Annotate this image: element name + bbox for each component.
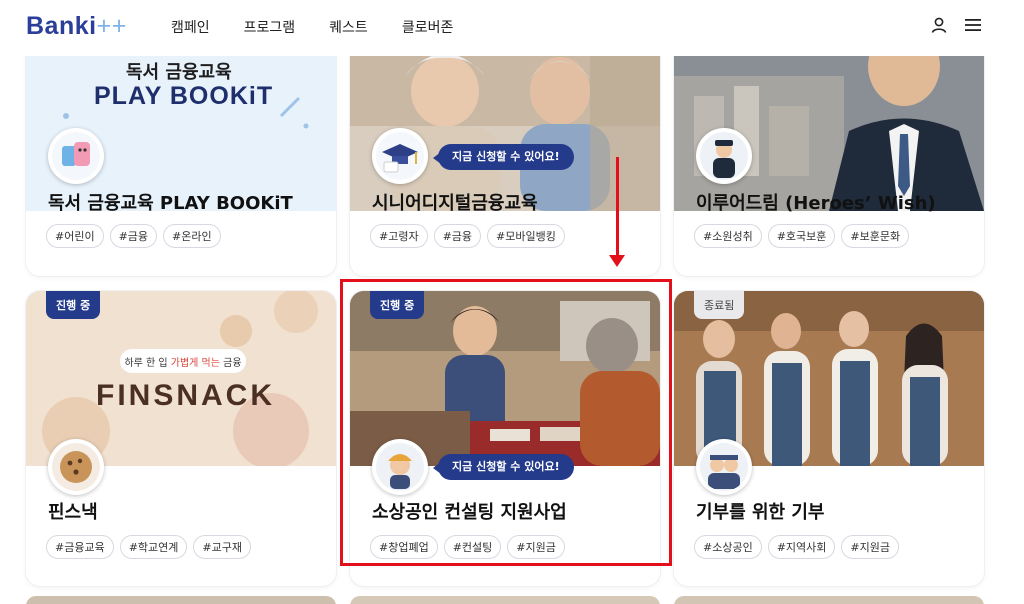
apply-now-badge: 지금 신청할 수 있어요!: [433, 144, 574, 170]
card-tags: #소원성취 #호국보훈 #보훈문화: [694, 224, 910, 248]
card-title: 이루어드림 (Heroes’ Wish): [696, 193, 936, 214]
next-row-card-peek: [26, 596, 336, 604]
tag[interactable]: #소상공인: [694, 535, 762, 559]
card-hero-image: [350, 36, 660, 211]
annotation-arrow-line: [616, 157, 619, 257]
tag[interactable]: #호국보훈: [767, 224, 836, 248]
chefs-character-icon: [708, 455, 740, 489]
tag[interactable]: #지원금: [841, 535, 899, 559]
main-nav: 캠페인 프로그램 퀘스트 클로버존: [171, 17, 487, 37]
graduation-cap-icon: [382, 144, 418, 173]
user-icon[interactable]: [930, 16, 948, 34]
annotation-highlight-box: [340, 279, 672, 566]
card-title: 독서 금융교육 PLAY BOOKiT: [48, 193, 293, 214]
book-character-icon: [62, 142, 90, 166]
tag[interactable]: #고령자: [370, 224, 428, 248]
card-tags: #금융교육 #학교연계 #교구재: [46, 535, 251, 559]
cookie-character-icon: [60, 451, 92, 483]
card-title: 시니어디지털금융교육: [372, 193, 538, 214]
finsnack-tagline: 하루 한 입 가볍게 먹는 금융: [122, 354, 244, 369]
next-row-card-peek: [350, 596, 660, 604]
senior-couple-photo: [350, 36, 660, 211]
card-title: 기부를 위한 기부: [696, 502, 825, 523]
status-badge: 종료됨: [694, 291, 745, 319]
card-avatar: [696, 128, 752, 184]
logo-text: Banki: [26, 12, 97, 40]
program-card-heroes-wish[interactable]: 이루어드림 (Heroes’ Wish) #소원성취 #호국보훈 #보훈문화: [674, 36, 984, 276]
card-avatar: [696, 439, 752, 495]
annotation-arrow-head: [609, 255, 625, 267]
tag[interactable]: #소원성취: [694, 224, 762, 248]
city-suit-photo: [674, 36, 984, 211]
card-tags: #고령자 #금융 #모바일뱅킹: [370, 224, 565, 248]
card-hero-image: 독서 금융교육 PLAY BOOKiT: [26, 36, 336, 211]
hero-playbookit-text: PLAY BOOKiT: [94, 82, 274, 110]
program-card-senior-digital[interactable]: 지금 신청할 수 있어요! 시니어디지털금융교육 #고령자 #금융 #모바일뱅킹: [350, 36, 660, 276]
program-card-playbookit[interactable]: 독서 금융교육 PLAY BOOKiT 독서 금융교육 PLAY BOOKiT …: [26, 36, 336, 276]
menu-icon[interactable]: [964, 16, 982, 34]
banki-logo[interactable]: Banki++: [26, 12, 127, 41]
card-tags: #소상공인 #지역사회 #지원금: [694, 535, 899, 559]
nav-quest[interactable]: 퀘스트: [329, 17, 368, 37]
tagline-end: 금융: [219, 358, 242, 369]
header-actions: [930, 16, 982, 34]
status-badge: 진행 중: [46, 291, 101, 319]
card-avatar: [48, 439, 104, 495]
next-row-card-peek: [674, 596, 984, 604]
tag[interactable]: #어린이: [46, 224, 104, 248]
tag[interactable]: #교구재: [193, 535, 251, 559]
top-header: Banki++ 캠페인 프로그램 퀘스트 클로버존: [0, 0, 1024, 56]
nav-campaign[interactable]: 캠페인: [171, 17, 210, 37]
tag[interactable]: #금융: [109, 224, 158, 248]
program-card-donation[interactable]: 종료됨 기부를 위한 기부 #소상공인 #지역사회 #지원금: [674, 291, 984, 586]
tag[interactable]: #온라인: [163, 224, 221, 248]
program-card-finsnack[interactable]: 하루 한 입 가볍게 먹는 금융 FINSNACK 진행 중 핀스낵 #금융교육…: [26, 291, 336, 586]
card-hero-image: [674, 36, 984, 211]
tag[interactable]: #보훈문화: [841, 224, 910, 248]
card-avatar: [372, 128, 428, 184]
card-title: 핀스낵: [48, 502, 98, 523]
tagline-accent: 가볍게 먹는: [170, 358, 220, 369]
hero-korean-text: 독서 금융교육: [126, 62, 232, 83]
nav-clover-zone[interactable]: 클로버존: [402, 17, 454, 37]
soldier-character-icon: [713, 140, 735, 178]
tag[interactable]: #금융교육: [46, 535, 114, 559]
tag[interactable]: #지역사회: [767, 535, 836, 559]
logo-plus: ++: [96, 12, 127, 40]
finsnack-logo-text: FINSNACK: [96, 379, 275, 412]
tagline-plain: 하루 한 입: [124, 358, 171, 369]
tag[interactable]: #학교연계: [119, 535, 188, 559]
card-avatar: [48, 128, 104, 184]
tag[interactable]: #금융: [433, 224, 482, 248]
tag[interactable]: #모바일뱅킹: [487, 224, 565, 248]
card-tags: #어린이 #금융 #온라인: [46, 224, 221, 248]
nav-program[interactable]: 프로그램: [244, 17, 296, 37]
